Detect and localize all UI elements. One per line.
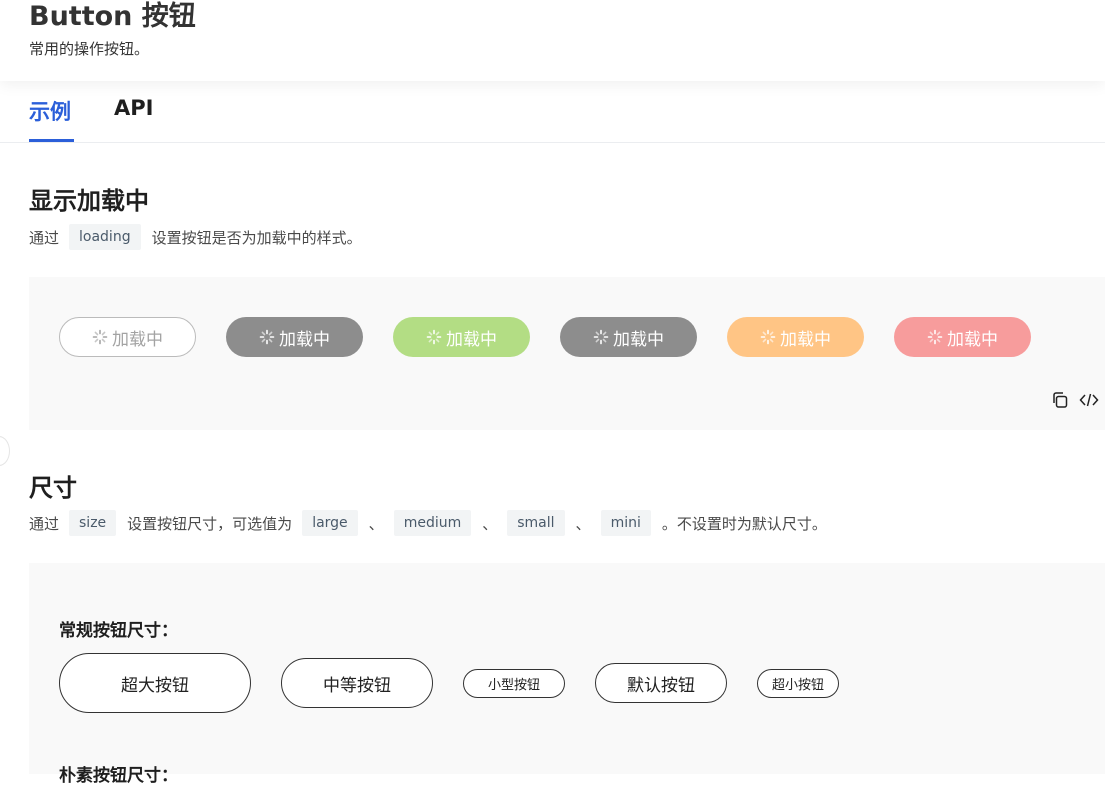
loading-button-default[interactable]: 加载中	[59, 317, 196, 357]
button-label: 超小按钮	[771, 678, 824, 693]
button-small[interactable]: 小型按钮	[463, 669, 565, 698]
loading-spinner-icon	[426, 329, 442, 345]
normal-size-title: 常规按钮尺寸：	[59, 621, 178, 641]
code-size: size	[69, 510, 117, 536]
desc-text: 通过	[29, 514, 60, 533]
demo-box-loading: 加载中 加载中 加载中 加载中 加载中 加载中	[29, 277, 1105, 430]
button-label: 加载中	[112, 329, 163, 350]
tab-api[interactable]: API	[114, 96, 153, 120]
button-label: 默认按钮	[627, 675, 695, 696]
loading-spinner-icon	[92, 329, 108, 345]
button-medium[interactable]: 中等按钮	[281, 658, 433, 708]
section-title-size: 尺寸	[29, 474, 77, 502]
loading-spinner-icon	[259, 329, 275, 345]
separator: 、	[575, 514, 591, 533]
button-label: 加载中	[613, 329, 664, 350]
code-mini: mini	[600, 510, 651, 536]
code-loading: loading	[69, 224, 141, 250]
section-desc-loading: 通过 loading 设置按钮是否为加载中的样式。	[29, 224, 362, 250]
loading-button-info[interactable]: 加载中	[560, 317, 697, 357]
section-desc-size: 通过 size 设置按钮尺寸，可选值为 large 、 medium 、 sma…	[29, 510, 827, 536]
button-mini[interactable]: 超小按钮	[757, 669, 839, 698]
tab-active-indicator	[29, 139, 74, 142]
side-anchor-handle[interactable]	[0, 436, 10, 466]
button-label: 小型按钮	[487, 678, 540, 693]
desc-text: 通过	[29, 228, 60, 247]
loading-button-success[interactable]: 加载中	[393, 317, 530, 357]
page-header: Button 按钮 常用的操作按钮。	[0, 0, 1105, 81]
tab-bar: 示例 API	[0, 81, 1105, 143]
page-subtitle: 常用的操作按钮。	[29, 40, 150, 58]
separator: 、	[482, 514, 498, 533]
loading-spinner-icon	[927, 329, 943, 345]
code-small: small	[507, 510, 565, 536]
button-label: 加载中	[947, 329, 998, 350]
demo-box-size: 常规按钮尺寸： 超大按钮 中等按钮 小型按钮 默认按钮 超小按钮 朴素按钮尺寸：	[29, 563, 1105, 786]
separator: 、	[368, 514, 384, 533]
button-label: 加载中	[446, 329, 497, 350]
code-large: large	[302, 510, 358, 536]
desc-text: 设置按钮是否为加载中的样式。	[151, 228, 362, 247]
code-medium: medium	[393, 510, 472, 536]
tab-examples[interactable]: 示例	[29, 96, 71, 126]
loading-button-danger[interactable]: 加载中	[894, 317, 1031, 357]
loading-spinner-icon	[593, 329, 609, 345]
code-icon[interactable]	[1079, 390, 1099, 410]
loading-button-warning[interactable]: 加载中	[727, 317, 864, 357]
desc-text: 设置按钮尺寸，可选值为	[127, 514, 293, 533]
loading-button-primary[interactable]: 加载中	[226, 317, 363, 357]
page-title: Button 按钮	[29, 1, 196, 32]
button-default[interactable]: 默认按钮	[595, 663, 727, 703]
button-label: 中等按钮	[323, 675, 391, 696]
button-label: 超大按钮	[121, 675, 189, 696]
loading-spinner-icon	[760, 329, 776, 345]
button-large[interactable]: 超大按钮	[59, 653, 251, 713]
copy-icon[interactable]	[1050, 390, 1070, 410]
section-title-loading: 显示加载中	[29, 187, 149, 215]
button-label: 加载中	[780, 329, 831, 350]
desc-text: 。不设置时为默认尺寸。	[661, 514, 827, 533]
button-label: 加载中	[279, 329, 330, 350]
